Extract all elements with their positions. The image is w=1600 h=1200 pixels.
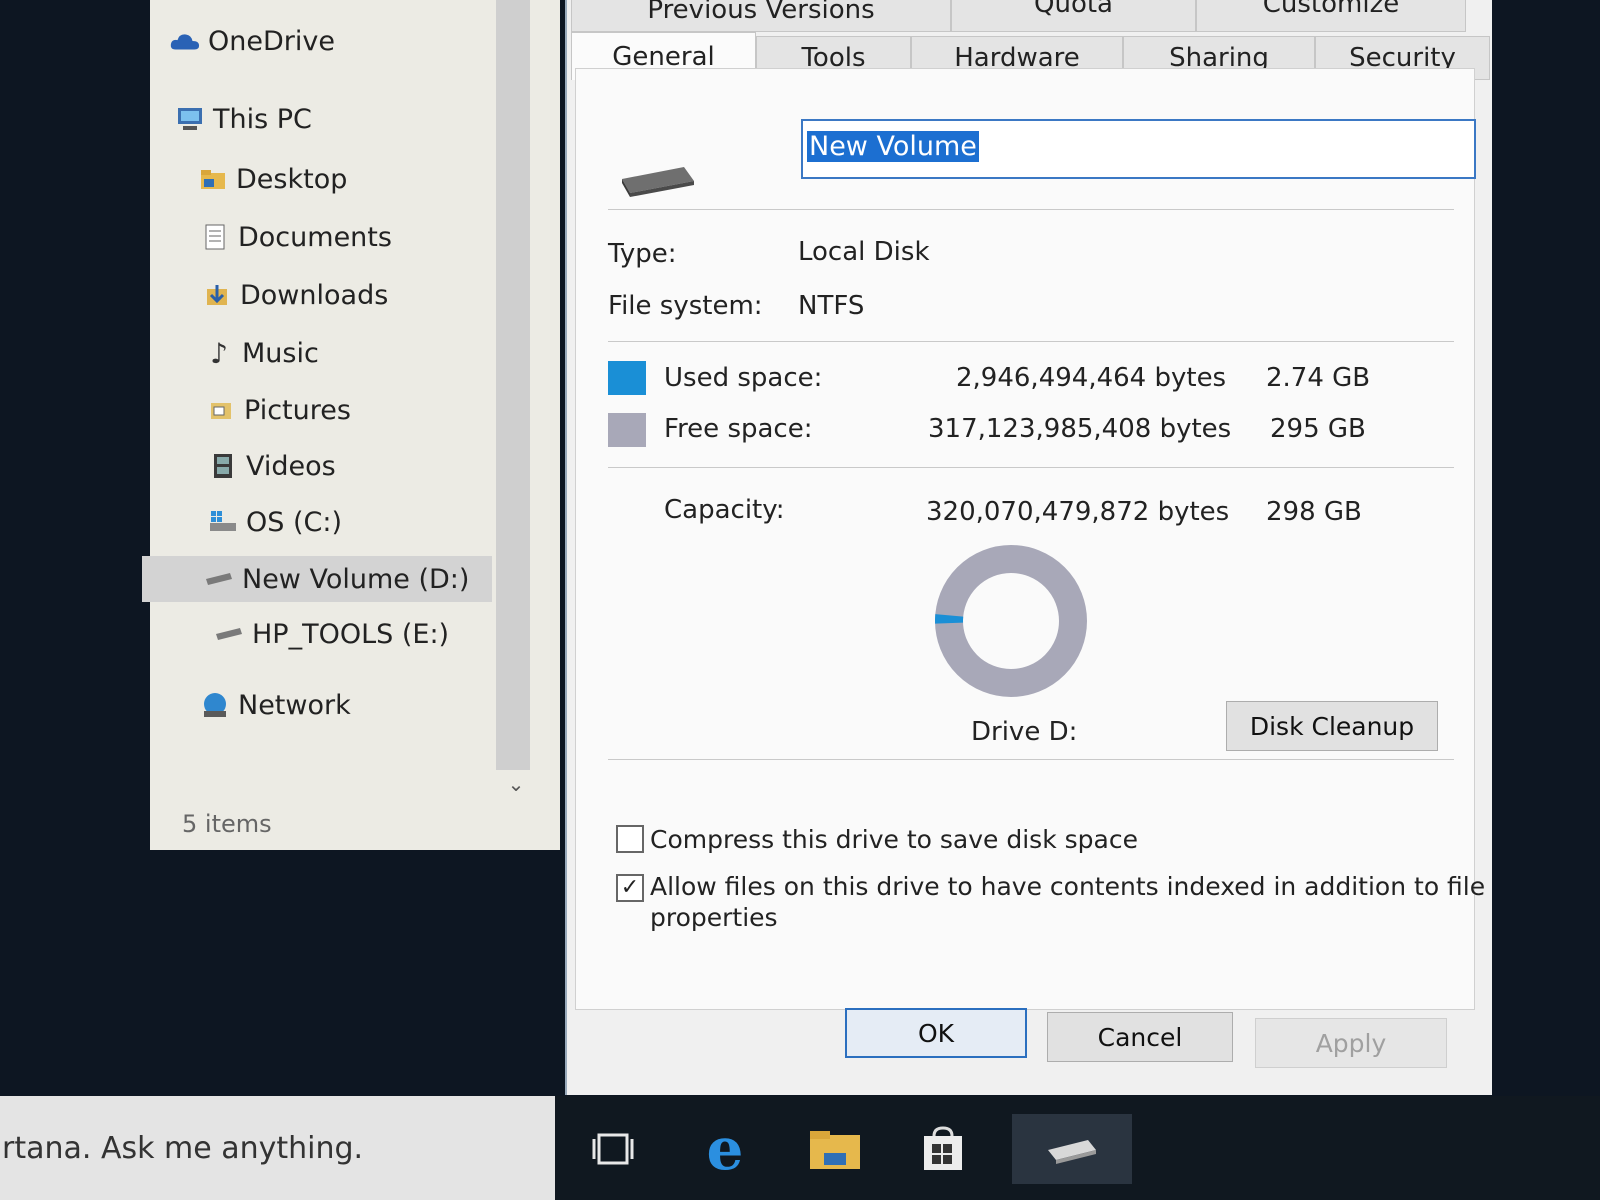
- nav-item-label: Music: [242, 337, 319, 369]
- free-space-gb: 295 GB: [1270, 414, 1366, 444]
- film-icon: [208, 451, 238, 481]
- nav-item-label: Network: [238, 689, 351, 721]
- ok-button[interactable]: OK: [845, 1008, 1027, 1058]
- nav-item-desktop[interactable]: Desktop: [198, 156, 347, 202]
- free-space-label: Free space:: [664, 414, 813, 444]
- nav-item-label: OneDrive: [208, 25, 335, 57]
- drive-icon: [204, 564, 234, 594]
- nav-item-this-pc[interactable]: This PC: [175, 96, 312, 142]
- type-label: Type:: [608, 239, 677, 269]
- search-text: rtana. Ask me anything.: [2, 1130, 364, 1166]
- picture-icon: [206, 395, 236, 425]
- nav-item-onedrive[interactable]: OneDrive: [170, 18, 335, 64]
- type-value: Local Disk: [798, 237, 930, 267]
- nav-item-label: Pictures: [244, 394, 351, 426]
- nav-item-videos[interactable]: Videos: [208, 443, 336, 489]
- drive-icon: [618, 159, 698, 199]
- nav-item-new-volume-d[interactable]: New Volume (D:): [142, 556, 492, 602]
- download-icon: [202, 280, 232, 310]
- volume-name-text: New Volume: [807, 131, 979, 162]
- tab-quota[interactable]: Quota: [951, 0, 1196, 32]
- folder-icon: [198, 164, 228, 194]
- free-space-bytes: 317,123,985,408 bytes: [928, 414, 1232, 444]
- disk-cleanup-button[interactable]: Disk Cleanup: [1226, 701, 1438, 751]
- cloud-icon: [170, 26, 200, 56]
- nav-item-label: Videos: [246, 450, 336, 482]
- nav-item-pictures[interactable]: Pictures: [206, 387, 351, 433]
- nav-item-label: OS (C:): [246, 506, 342, 538]
- divider: [608, 209, 1454, 210]
- used-space-label: Used space:: [664, 363, 823, 393]
- nav-item-label: New Volume (D:): [242, 563, 470, 595]
- nav-item-label: Desktop: [236, 163, 348, 195]
- status-item-count: 5 items: [182, 810, 272, 838]
- compress-checkbox[interactable]: [616, 825, 644, 853]
- nav-item-hp-tools-e[interactable]: HP_TOOLS (E:): [214, 611, 449, 657]
- tab-previous-versions[interactable]: Previous Versions: [571, 0, 951, 32]
- windows-drive-icon: [208, 507, 238, 537]
- scroll-down-arrow-icon[interactable]: ⌄: [504, 772, 528, 796]
- nav-item-label: HP_TOOLS (E:): [252, 618, 450, 650]
- free-space-ring: [935, 545, 1087, 697]
- file-system-label: File system:: [608, 291, 763, 321]
- free-space-swatch: [608, 413, 646, 447]
- compress-label: Compress this drive to save disk space: [650, 825, 1138, 854]
- nav-item-downloads[interactable]: Downloads: [202, 272, 388, 318]
- computer-icon: [175, 104, 205, 134]
- tab-customize[interactable]: Customize: [1196, 0, 1466, 32]
- index-label-line1: Allow files on this drive to have conten…: [650, 872, 1486, 901]
- nav-item-documents[interactable]: Documents: [200, 214, 392, 260]
- divider: [608, 341, 1454, 342]
- drive-label: Drive D:: [971, 717, 1078, 747]
- store-icon[interactable]: [908, 1114, 978, 1184]
- nav-item-network[interactable]: Network: [200, 682, 351, 728]
- taskbar: rtana. Ask me anything. e: [0, 1096, 1600, 1200]
- document-icon: [200, 222, 230, 252]
- drive-icon[interactable]: [1012, 1114, 1132, 1184]
- apply-button[interactable]: Apply: [1255, 1018, 1447, 1068]
- index-checkbox[interactable]: ✓: [616, 874, 644, 902]
- capacity-bytes: 320,070,479,872 bytes: [926, 497, 1230, 527]
- used-space-gb: 2.74 GB: [1266, 363, 1371, 393]
- capacity-label: Capacity:: [664, 495, 785, 525]
- nav-item-label: Downloads: [240, 279, 389, 311]
- cancel-button[interactable]: Cancel: [1047, 1012, 1233, 1062]
- usage-donut-chart: [935, 545, 1088, 697]
- cortana-search-box[interactable]: rtana. Ask me anything.: [0, 1096, 555, 1200]
- drive-properties-dialog: Previous Versions Quota Customize Genera…: [565, 0, 1492, 1095]
- task-view-icon[interactable]: [578, 1114, 648, 1184]
- nav-item-label: Documents: [238, 221, 392, 253]
- used-space-bytes: 2,946,494,464 bytes: [956, 363, 1227, 393]
- nav-scrollbar[interactable]: [496, 0, 530, 770]
- used-space-swatch: [608, 361, 646, 395]
- volume-name-input[interactable]: New Volume: [801, 119, 1476, 179]
- nav-item-os-c[interactable]: OS (C:): [208, 499, 342, 545]
- tab-row-back: Previous Versions Quota Customize: [567, 0, 1492, 32]
- general-tab-panel: New Volume Type: Local Disk File system:…: [575, 68, 1485, 1010]
- file-explorer-icon[interactable]: [800, 1114, 870, 1184]
- divider: [608, 759, 1454, 760]
- capacity-gb: 298 GB: [1266, 497, 1362, 527]
- nav-item-label: This PC: [213, 103, 312, 135]
- nav-item-music[interactable]: ♪ Music: [204, 330, 319, 376]
- edge-icon[interactable]: e: [690, 1114, 760, 1184]
- music-note-icon: ♪: [210, 336, 228, 370]
- index-label-line2: properties: [650, 903, 778, 932]
- file-system-value: NTFS: [798, 291, 865, 321]
- divider: [608, 467, 1454, 468]
- network-icon: [200, 690, 230, 720]
- drive-icon: [214, 619, 244, 649]
